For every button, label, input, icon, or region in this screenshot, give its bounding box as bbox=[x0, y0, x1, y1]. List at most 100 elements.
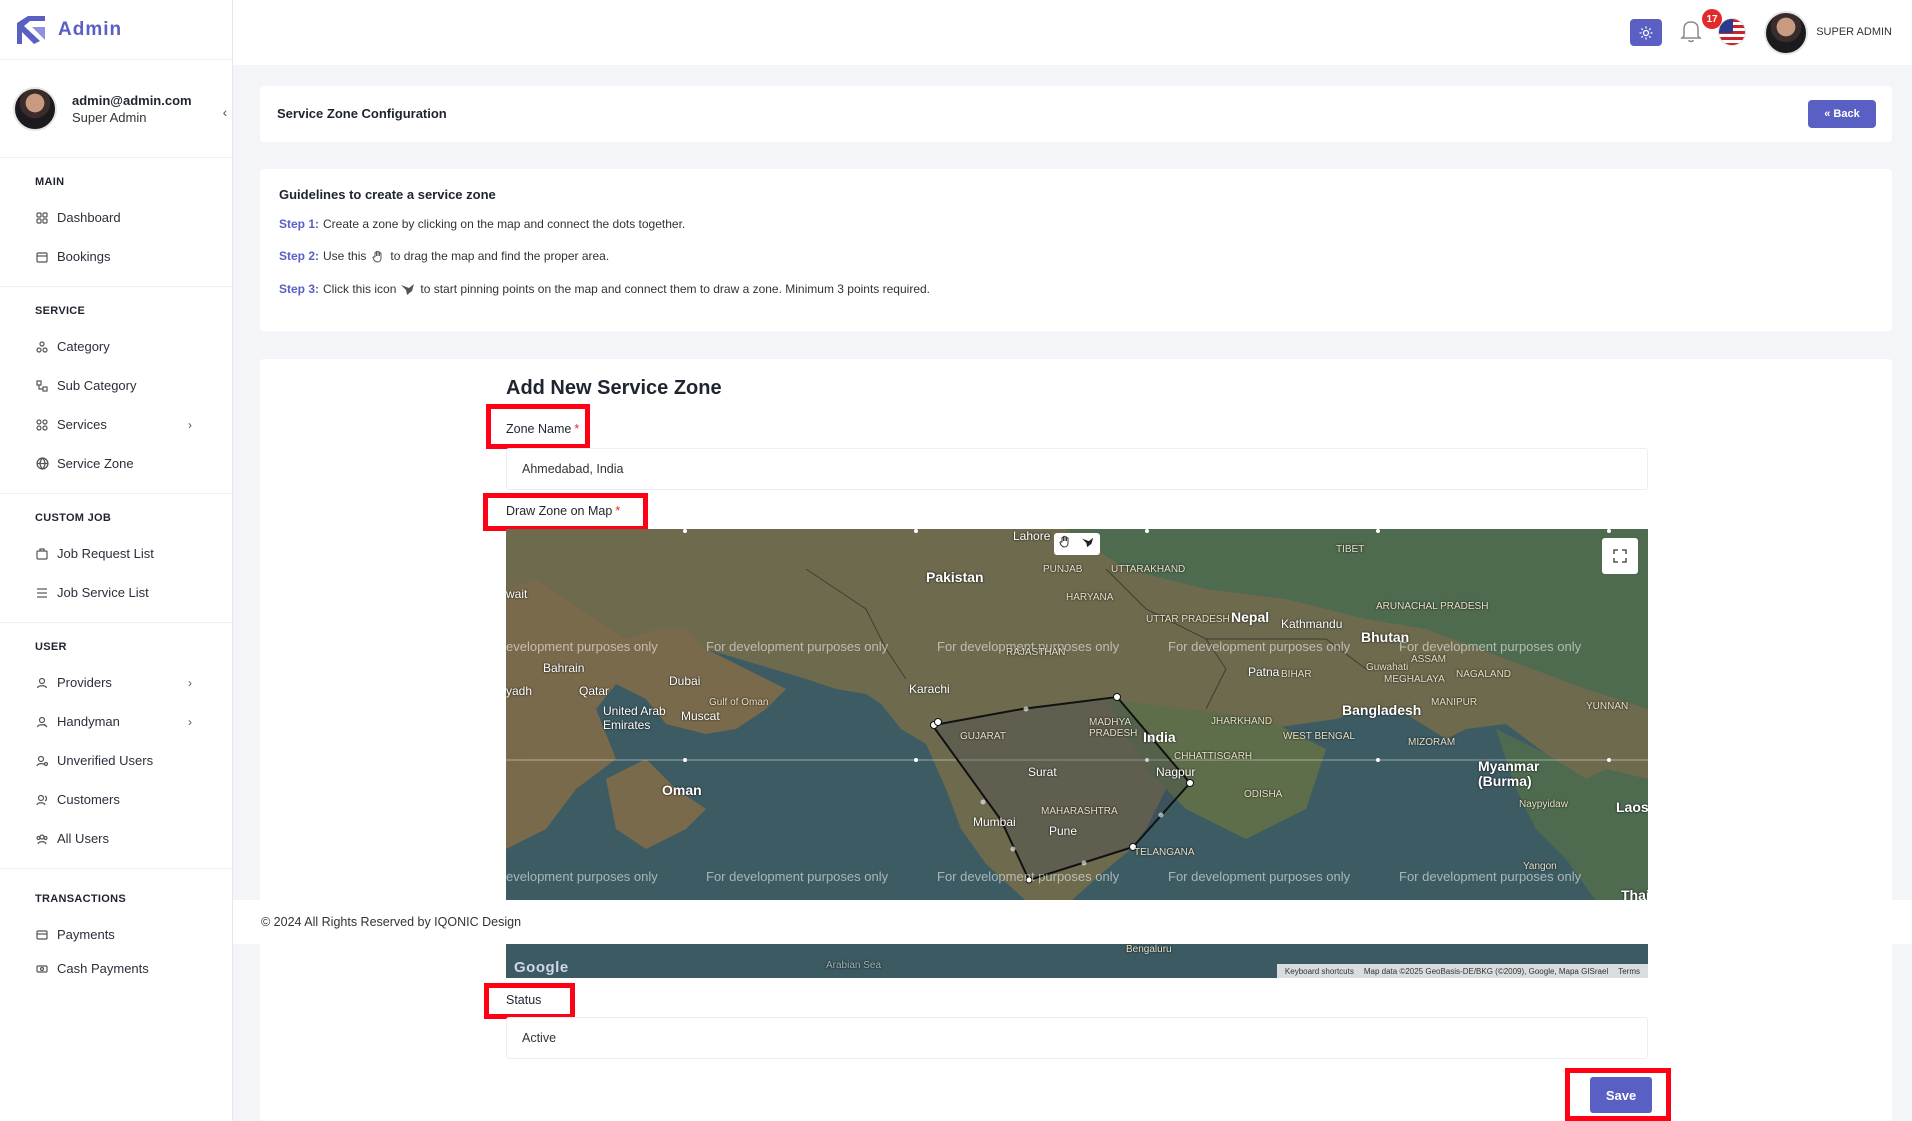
map-label: MIZORAM bbox=[1408, 737, 1456, 748]
briefcase-icon bbox=[35, 547, 49, 561]
highlight-box-zone-name bbox=[486, 404, 590, 449]
user-card: admin@admin.com Super Admin bbox=[0, 60, 232, 158]
map-label: India bbox=[1143, 729, 1176, 745]
dev-watermark: For development purposes only bbox=[1399, 639, 1582, 654]
sun-icon bbox=[1639, 26, 1653, 39]
fullscreen-icon bbox=[1613, 549, 1627, 563]
map-label: Karachi bbox=[909, 682, 950, 696]
dev-watermark: For development purposes only bbox=[706, 639, 889, 654]
cash-icon bbox=[35, 962, 49, 976]
list-icon bbox=[35, 586, 49, 600]
status-select[interactable]: Active bbox=[506, 1017, 1648, 1059]
map-label: MAHARASHTRA bbox=[1041, 806, 1118, 817]
sidebar-item-customers[interactable]: Customers bbox=[0, 780, 232, 819]
map-label: Pune bbox=[1049, 824, 1078, 838]
customers-icon bbox=[35, 793, 49, 807]
back-button[interactable]: « Back bbox=[1808, 100, 1876, 128]
sidebar-item-label: Services bbox=[57, 417, 107, 432]
sidebar-item-payments[interactable]: Payments bbox=[0, 915, 232, 954]
sidebar-item-sub-category[interactable]: Sub Category bbox=[0, 366, 232, 405]
sidebar-item-label: Providers bbox=[57, 675, 112, 690]
sidebar-item-dashboard[interactable]: Dashboard bbox=[0, 198, 232, 237]
nav-section-title: CUSTOM JOB bbox=[35, 512, 112, 524]
polygon-draw-icon[interactable] bbox=[1081, 535, 1095, 553]
us-flag-icon[interactable] bbox=[1718, 18, 1746, 46]
sidebar: Admin admin@admin.com Super Admin ‹ MAIN… bbox=[0, 0, 233, 1121]
keyboard-shortcuts-link[interactable]: Keyboard shortcuts bbox=[1285, 967, 1354, 976]
step-text: to drag the map and find the proper area… bbox=[390, 249, 610, 263]
map-attribution: Keyboard shortcuts Map data ©2025 GeoBas… bbox=[1276, 964, 1648, 978]
double-chevron-left-icon: « bbox=[1824, 108, 1831, 120]
theme-toggle-button[interactable] bbox=[1630, 19, 1662, 46]
guideline-step-1: Step 1: Create a zone by clicking on the… bbox=[279, 217, 685, 231]
brand-logo-icon bbox=[17, 15, 45, 44]
users-icon bbox=[35, 832, 49, 846]
map-label: Bengaluru bbox=[1126, 944, 1172, 955]
sidebar-item-cash-payments[interactable]: Cash Payments bbox=[0, 954, 232, 976]
nav-section-title: USER bbox=[35, 641, 67, 653]
sidebar-item-label: Job Request List bbox=[57, 546, 154, 561]
map-label: ASSAM bbox=[1411, 654, 1447, 665]
map-label: GUJARAT bbox=[960, 731, 1006, 742]
guideline-step-3: Step 3: Click this icon to start pinning… bbox=[279, 282, 930, 296]
calendar-icon bbox=[35, 250, 49, 264]
step-text: Use this bbox=[323, 249, 367, 263]
map-label: yadh bbox=[506, 684, 533, 698]
sidebar-item-providers[interactable]: Providers › bbox=[0, 663, 232, 702]
hand-drag-icon bbox=[370, 249, 386, 263]
map-label: PUNJAB bbox=[1043, 564, 1083, 575]
sidebar-item-bookings[interactable]: Bookings bbox=[0, 237, 232, 276]
map-label: wait bbox=[506, 587, 528, 601]
sidebar-item-label: Handyman bbox=[57, 714, 120, 729]
zone-map-bottom-strip[interactable]: Bengaluru Arabian Sea Google Keyboard sh… bbox=[506, 944, 1648, 978]
header-avatar[interactable] bbox=[1764, 11, 1808, 55]
map-label: Nepal bbox=[1231, 609, 1270, 625]
hand-drag-icon[interactable] bbox=[1059, 535, 1071, 553]
map-label: CHHATTISGARH bbox=[1174, 751, 1253, 762]
nav-section-title: TRANSACTIONS bbox=[35, 893, 126, 905]
map-label: MADHYA PRADESH bbox=[1089, 717, 1138, 739]
user-icon bbox=[35, 676, 49, 690]
map-label: Lahore bbox=[1013, 529, 1051, 543]
sidebar-item-service-zone[interactable]: Service Zone bbox=[0, 444, 232, 483]
zone-name-input[interactable]: Ahmedabad, India bbox=[506, 448, 1648, 490]
sub-category-icon bbox=[35, 379, 49, 393]
chevron-right-icon: › bbox=[188, 714, 192, 729]
dev-watermark: evelopment purposes only bbox=[506, 869, 658, 884]
services-grid-icon bbox=[35, 418, 49, 432]
pin-draw-icon bbox=[400, 282, 416, 296]
brand[interactable]: Admin bbox=[0, 0, 232, 60]
page-title: Service Zone Configuration bbox=[277, 106, 447, 121]
sidebar-item-label: Unverified Users bbox=[57, 753, 154, 768]
header-user-label[interactable]: SUPER ADMIN bbox=[1816, 26, 1892, 38]
terms-link[interactable]: Terms bbox=[1618, 967, 1640, 976]
sidebar-collapse-chevron-left-icon[interactable]: ‹ bbox=[216, 98, 234, 126]
footer-copyright: © 2024 All Rights Reserved by IQONIC Des… bbox=[261, 915, 522, 929]
sidebar-item-category[interactable]: Category bbox=[0, 327, 232, 366]
form-title: Add New Service Zone bbox=[506, 377, 722, 399]
sidebar-item-label: Cash Payments bbox=[57, 961, 149, 976]
map-label: WEST BENGAL bbox=[1283, 731, 1356, 742]
map-label: BIHAR bbox=[1281, 669, 1312, 680]
notification-bell-icon[interactable] bbox=[1680, 18, 1702, 44]
sidebar-item-label: Customers bbox=[57, 792, 120, 807]
zone-map[interactable]: evelopment purposes only For development… bbox=[506, 529, 1648, 901]
map-label: Mumbai bbox=[973, 815, 1016, 829]
user-question-icon bbox=[35, 754, 49, 768]
sidebar-item-unverified-users[interactable]: Unverified Users bbox=[0, 741, 232, 780]
sidebar-item-job-request-list[interactable]: Job Request List bbox=[0, 534, 232, 573]
brand-name: Admin bbox=[58, 18, 123, 40]
map-label: Muscat bbox=[681, 709, 720, 723]
grid-icon bbox=[35, 211, 49, 225]
map-label: Bangladesh bbox=[1342, 702, 1422, 718]
sidebar-item-services[interactable]: Services › bbox=[0, 405, 232, 444]
sidebar-item-all-users[interactable]: All Users bbox=[0, 819, 232, 858]
google-logo: Google bbox=[514, 959, 569, 976]
map-label: MANIPUR bbox=[1431, 697, 1478, 708]
user-email: admin@admin.com bbox=[72, 92, 192, 108]
sidebar-item-handyman[interactable]: Handyman › bbox=[0, 702, 232, 741]
map-fullscreen-button[interactable] bbox=[1602, 538, 1638, 574]
guidelines-card: Guidelines to create a service zone Step… bbox=[260, 169, 1892, 331]
sidebar-item-job-service-list[interactable]: Job Service List bbox=[0, 573, 232, 612]
map-label: JHARKHAND bbox=[1211, 716, 1273, 727]
